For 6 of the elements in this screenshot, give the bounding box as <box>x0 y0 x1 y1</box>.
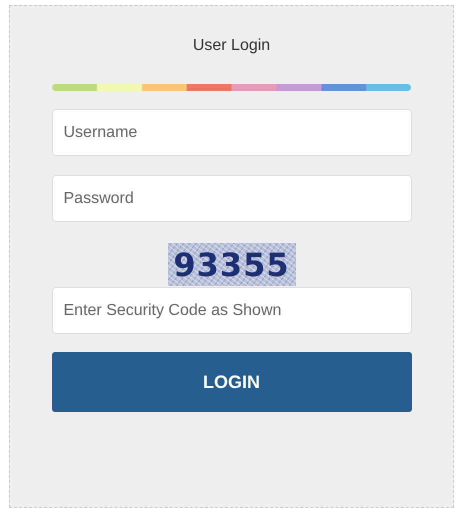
login-title: User Login <box>192 37 270 56</box>
captcha-code: 93355 <box>168 243 296 286</box>
login-button[interactable]: LOGIN <box>52 352 412 412</box>
security-code-field[interactable]: Enter Security Code as Shown <box>52 287 412 334</box>
username-field[interactable]: Username <box>52 109 412 156</box>
password-field[interactable]: Password <box>52 175 412 222</box>
